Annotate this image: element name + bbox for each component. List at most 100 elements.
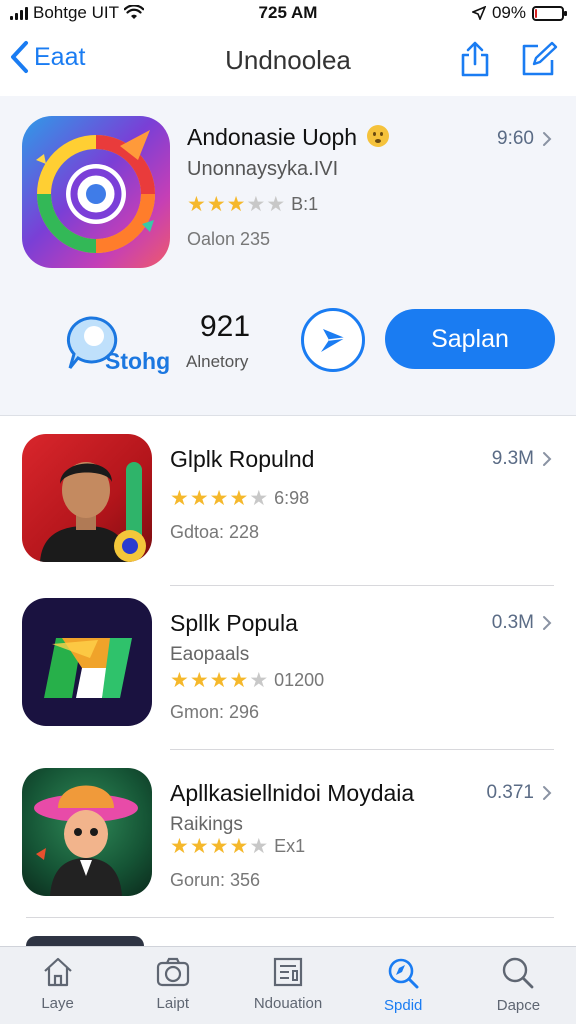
download-count: 921 — [200, 310, 251, 343]
app-size: Gorun: 356 — [170, 870, 261, 890]
battery-icon — [532, 5, 567, 21]
home-icon — [43, 957, 72, 987]
app-size: Gmon: 296 — [170, 702, 260, 722]
price-text: 9:60 — [497, 128, 534, 149]
featured-app-card[interactable]: Andonasie Uoph Unonnaysyka.IVI ★ ★ ★ ★ ★ B:1… — [0, 96, 576, 416]
rating-text: Ex1 — [274, 836, 306, 856]
get-button[interactable]: Saplan — [385, 309, 555, 369]
cowboy-character-icon — [34, 785, 138, 896]
star-icon: ★ — [189, 835, 209, 858]
n-logo-icon — [44, 638, 132, 698]
app-size: Gdtoa: 228 — [170, 522, 260, 542]
divider — [26, 917, 554, 918]
rating-text: 6:98 — [274, 488, 310, 508]
star-rating-icon: ★ ★ ★ ★ ★ — [187, 194, 285, 215]
star-icon: ★ — [249, 669, 269, 692]
battery-percent: 09% — [491, 3, 526, 22]
emoji-icon — [367, 125, 390, 147]
app-rating: ★ ★ ★ ★ ★ 6:98 — [170, 488, 309, 509]
divider — [170, 749, 554, 750]
app-list-item[interactable]: Apllkasiellnidoi Moydaia Raikings ★ ★ ★ ★ ★ … — [0, 752, 576, 918]
star-icon: ★ — [209, 669, 229, 692]
navigation-bar: Eaat Undnoolea — [0, 36, 576, 86]
app-title: Apllkasiellnidoi Moydaia — [170, 780, 415, 806]
star-icon: ★ — [187, 193, 206, 216]
chevron-right-icon — [543, 786, 552, 800]
chevron-right-icon — [543, 616, 552, 630]
tab-bar: Laye Laipt Ndouation Spdid Dapce — [0, 946, 576, 1024]
rating-text: 01200 — [274, 670, 325, 690]
star-icon: ★ — [229, 835, 249, 858]
app-price[interactable]: 0.371 — [486, 782, 552, 804]
app-rating: ★ ★ ★ ★ ★ Ex1 — [170, 836, 305, 857]
status-bar: Bohtge UIT 725 AM 09% — [0, 0, 576, 28]
send-button[interactable] — [301, 308, 365, 372]
star-icon: ★ — [170, 487, 189, 510]
featured-app-title-text: Andonasie Uoph — [187, 124, 358, 150]
tab-label: Laipt — [156, 995, 190, 1012]
battery-level — [535, 8, 538, 18]
star-icon: ★ — [170, 835, 189, 858]
chevron-right-icon — [543, 452, 552, 466]
featured-app-icon[interactable] — [22, 116, 170, 268]
star-icon: ★ — [189, 669, 209, 692]
featured-app-size: Oalon 235 — [187, 229, 271, 249]
app-list-item[interactable]: Spllk Popula Eaopaals ★ ★ ★ ★ ★ 01200 Gmon: … — [0, 582, 576, 750]
tab-search[interactable]: Dapce — [461, 947, 576, 1024]
app-list-item[interactable]: Glplk Ropulnd ★ ★ ★ ★ ★ 6:98 Gdtoa: 228 9.3M — [0, 418, 576, 586]
search-active-icon — [388, 958, 419, 989]
camera-icon — [156, 957, 189, 987]
featured-app-rating: ★ ★ ★ ★ ★ B:1 — [187, 194, 318, 215]
tab-label: Dapce — [496, 997, 541, 1014]
star-icon: ★ — [226, 193, 246, 216]
featured-app-title: Andonasie Uoph — [187, 124, 390, 151]
app-icon-portrait[interactable] — [22, 434, 152, 562]
tab-home[interactable]: Laye — [0, 947, 115, 1024]
app-title: Spllk Popula — [170, 610, 298, 636]
star-icon: ★ — [246, 193, 266, 216]
star-icon: ★ — [249, 487, 269, 510]
app-price[interactable]: 9.3M — [492, 448, 552, 470]
tab-label: Ndouation — [253, 995, 323, 1012]
store-label: Stohg — [105, 348, 171, 374]
star-rating-icon: ★ ★ ★ ★ ★ — [170, 836, 268, 857]
send-arrow-icon — [321, 329, 346, 352]
download-count-label: Alnetory — [186, 352, 249, 371]
compose-icon[interactable] — [520, 40, 558, 78]
price-text: 0.3M — [491, 612, 534, 633]
swirl-logo-icon — [36, 130, 155, 253]
share-icon[interactable] — [458, 40, 492, 78]
app-title: Glplk Ropulnd — [170, 446, 315, 472]
app-subtitle: Raikings — [170, 814, 243, 835]
tab-search-active[interactable]: Spdid — [346, 947, 461, 1024]
star-icon: ★ — [229, 669, 249, 692]
star-icon: ★ — [170, 669, 189, 692]
app-icon-n-logo[interactable] — [22, 598, 152, 726]
app-price[interactable]: 0.3M — [492, 612, 552, 634]
app-rating: ★ ★ ★ ★ ★ 01200 — [170, 670, 324, 691]
tab-label: Spdid — [384, 997, 423, 1014]
tab-news[interactable]: Ndouation — [230, 947, 345, 1024]
star-icon: ★ — [249, 835, 269, 858]
star-icon: ★ — [189, 487, 209, 510]
search-icon — [503, 957, 534, 989]
star-icon: ★ — [209, 835, 229, 858]
location-icon — [471, 6, 486, 20]
news-icon — [273, 957, 303, 987]
status-right: 09% — [471, 3, 567, 23]
tab-camera[interactable]: Laipt — [115, 947, 230, 1024]
price-text: 9.3M — [491, 448, 534, 469]
price-text: 0.371 — [486, 782, 534, 803]
star-icon: ★ — [266, 193, 286, 216]
app-icon-cowboy[interactable] — [22, 768, 152, 896]
featured-app-price[interactable]: 9:60 — [497, 128, 552, 150]
chevron-right-icon — [543, 132, 552, 146]
star-icon: ★ — [209, 487, 229, 510]
app-subtitle: Eaopaals — [170, 644, 250, 665]
tab-label: Laye — [41, 995, 74, 1012]
person-portrait-icon — [40, 462, 146, 562]
rating-text: B:1 — [291, 194, 319, 214]
star-rating-icon: ★ ★ ★ ★ ★ — [170, 488, 268, 509]
star-icon: ★ — [229, 487, 249, 510]
featured-app-developer: Unonnaysyka.IVI — [187, 158, 339, 180]
